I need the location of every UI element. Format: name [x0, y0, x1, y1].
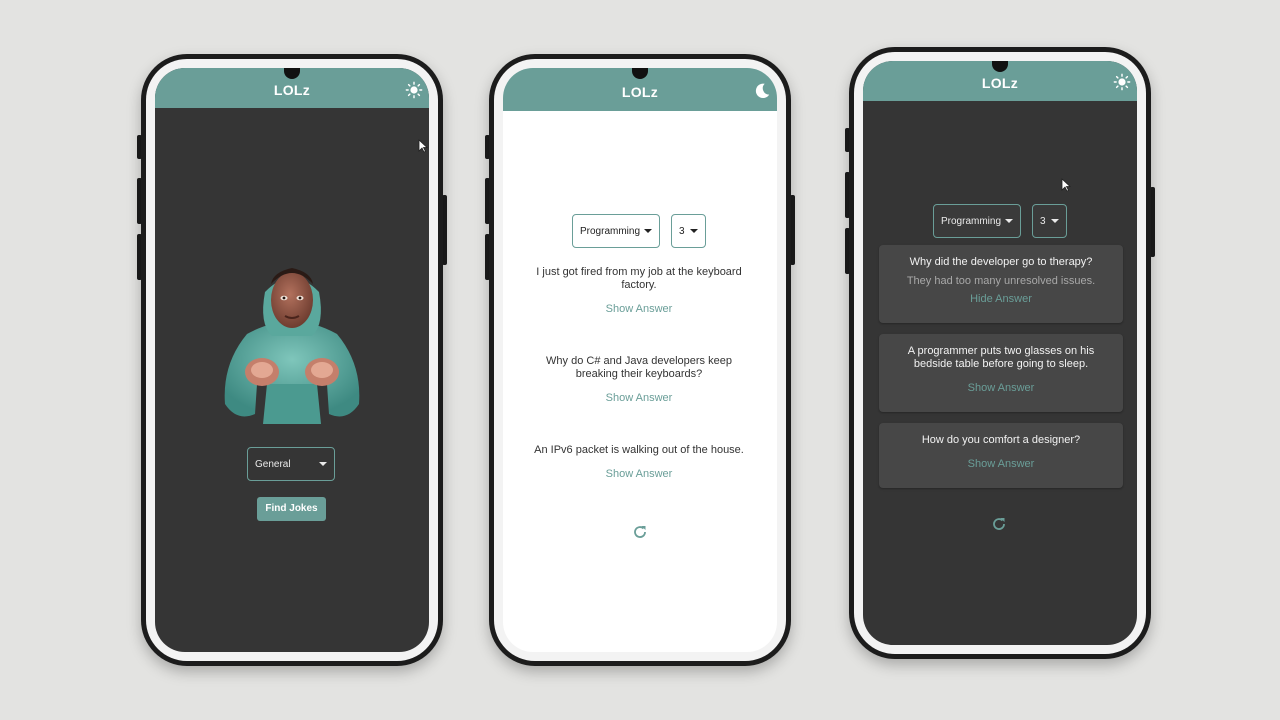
- mouse-cursor-icon: [418, 139, 428, 153]
- chevron-down-icon: [1005, 219, 1013, 223]
- phone-frame-3: LOLz Programming 3 Why did the developer…: [849, 47, 1151, 659]
- phone-frame-2: LOLz Programming 3 I just got fired from…: [489, 54, 791, 666]
- refresh-icon[interactable]: [991, 516, 1007, 532]
- app-title: LOLz: [981, 75, 1019, 91]
- category-dropdown[interactable]: General: [247, 447, 335, 481]
- joke-card: How do you comfort a designer? Show Answ…: [879, 423, 1123, 488]
- phone-frame-1: LOLz General Find Jokes: [141, 54, 443, 666]
- app-title: LOLz: [621, 83, 659, 100]
- joke-setup: How do you comfort a designer?: [921, 434, 1081, 446]
- joke-setup: An IPv6 packet is walking out of the hou…: [534, 444, 744, 456]
- joke-item: I just got fired from my job at the keyb…: [525, 266, 753, 316]
- category-value: Programming: [580, 225, 641, 237]
- character-illustration: [224, 268, 360, 424]
- show-answer-link[interactable]: Show Answer: [525, 303, 753, 316]
- moon-icon[interactable]: [753, 82, 771, 100]
- category-dropdown[interactable]: Programming: [933, 204, 1021, 238]
- app-title: LOLz: [273, 82, 311, 98]
- joke-setup: Why do C# and Java developers keep break…: [546, 355, 732, 380]
- sun-icon[interactable]: [1113, 73, 1131, 91]
- category-dropdown[interactable]: Programming: [572, 214, 660, 248]
- show-answer-link[interactable]: Show Answer: [525, 468, 753, 481]
- jokes-screen-dark: LOLz Programming 3 Why did the developer…: [863, 61, 1137, 645]
- sun-icon[interactable]: [405, 81, 423, 99]
- joke-punchline: They had too many unresolved issues.: [906, 275, 1096, 287]
- count-value: 3: [1040, 215, 1046, 227]
- joke-setup: I just got fired from my job at the keyb…: [536, 266, 742, 291]
- chevron-down-icon: [319, 462, 327, 466]
- show-answer-link[interactable]: Show Answer: [525, 392, 753, 405]
- jokes-screen-light: LOLz Programming 3 I just got fired from…: [503, 68, 777, 652]
- joke-card: A programmer puts two glasses on his bed…: [879, 334, 1123, 412]
- count-value: 3: [679, 225, 685, 237]
- chevron-down-icon: [644, 229, 652, 233]
- hide-answer-link[interactable]: Hide Answer: [879, 293, 1123, 305]
- joke-setup: A programmer puts two glasses on his bed…: [907, 345, 1095, 370]
- refresh-icon[interactable]: [632, 524, 648, 540]
- joke-item: An IPv6 packet is walking out of the hou…: [525, 444, 753, 481]
- chevron-down-icon: [1051, 219, 1059, 223]
- joke-item: Why do C# and Java developers keep break…: [525, 355, 753, 405]
- home-screen-dark: LOLz General Find Jokes: [155, 68, 429, 652]
- chevron-down-icon: [690, 229, 698, 233]
- category-value: Programming: [941, 215, 1002, 227]
- mouse-cursor-icon: [1061, 178, 1071, 192]
- category-value: General: [255, 458, 291, 470]
- joke-setup: Why did the developer go to therapy?: [909, 256, 1093, 268]
- find-jokes-button[interactable]: Find Jokes: [257, 497, 326, 521]
- count-dropdown[interactable]: 3: [671, 214, 706, 248]
- count-dropdown[interactable]: 3: [1032, 204, 1067, 238]
- show-answer-link[interactable]: Show Answer: [879, 458, 1123, 470]
- show-answer-link[interactable]: Show Answer: [879, 382, 1123, 394]
- joke-card: Why did the developer go to therapy? The…: [879, 245, 1123, 323]
